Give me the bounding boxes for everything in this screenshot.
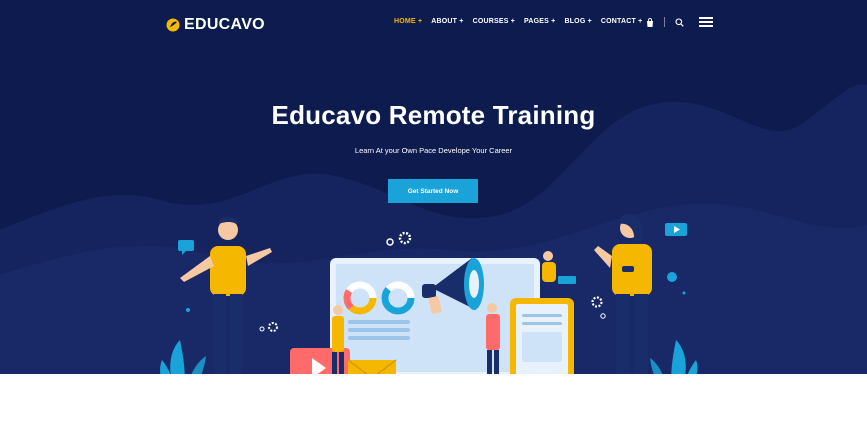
nav-item-blog[interactable]: BLOG + <box>564 18 591 25</box>
hero-illustration <box>160 214 698 374</box>
main-nav: HOME + ABOUT + COURSES + PAGES + BLOG + … <box>394 18 642 25</box>
header-icons <box>644 16 713 28</box>
nav-item-courses[interactable]: COURSES + <box>473 18 515 25</box>
nav-item-contact[interactable]: CONTACT + <box>601 18 643 25</box>
bag-icon[interactable] <box>644 16 656 28</box>
menu-icon[interactable] <box>699 17 713 27</box>
nav-item-home[interactable]: HOME + <box>394 18 422 25</box>
page-bottom <box>0 374 867 431</box>
get-started-button[interactable]: Get Started Now <box>388 179 478 203</box>
nav-item-about[interactable]: ABOUT + <box>431 18 463 25</box>
header-divider <box>664 17 665 27</box>
nav-item-pages[interactable]: PAGES + <box>524 18 555 25</box>
hero-title: Educavo Remote Training <box>271 100 596 130</box>
search-icon[interactable] <box>673 16 685 28</box>
hero-subtitle: Learn At your Own Pace Develope Your Car… <box>354 146 513 155</box>
hero-section: EDUCAVO HOME + ABOUT + COURSES + PAGES +… <box>0 0 867 374</box>
logo-icon <box>166 18 180 32</box>
logo-text: EDUCAVO <box>184 16 265 33</box>
logo[interactable]: EDUCAVO <box>166 14 265 36</box>
